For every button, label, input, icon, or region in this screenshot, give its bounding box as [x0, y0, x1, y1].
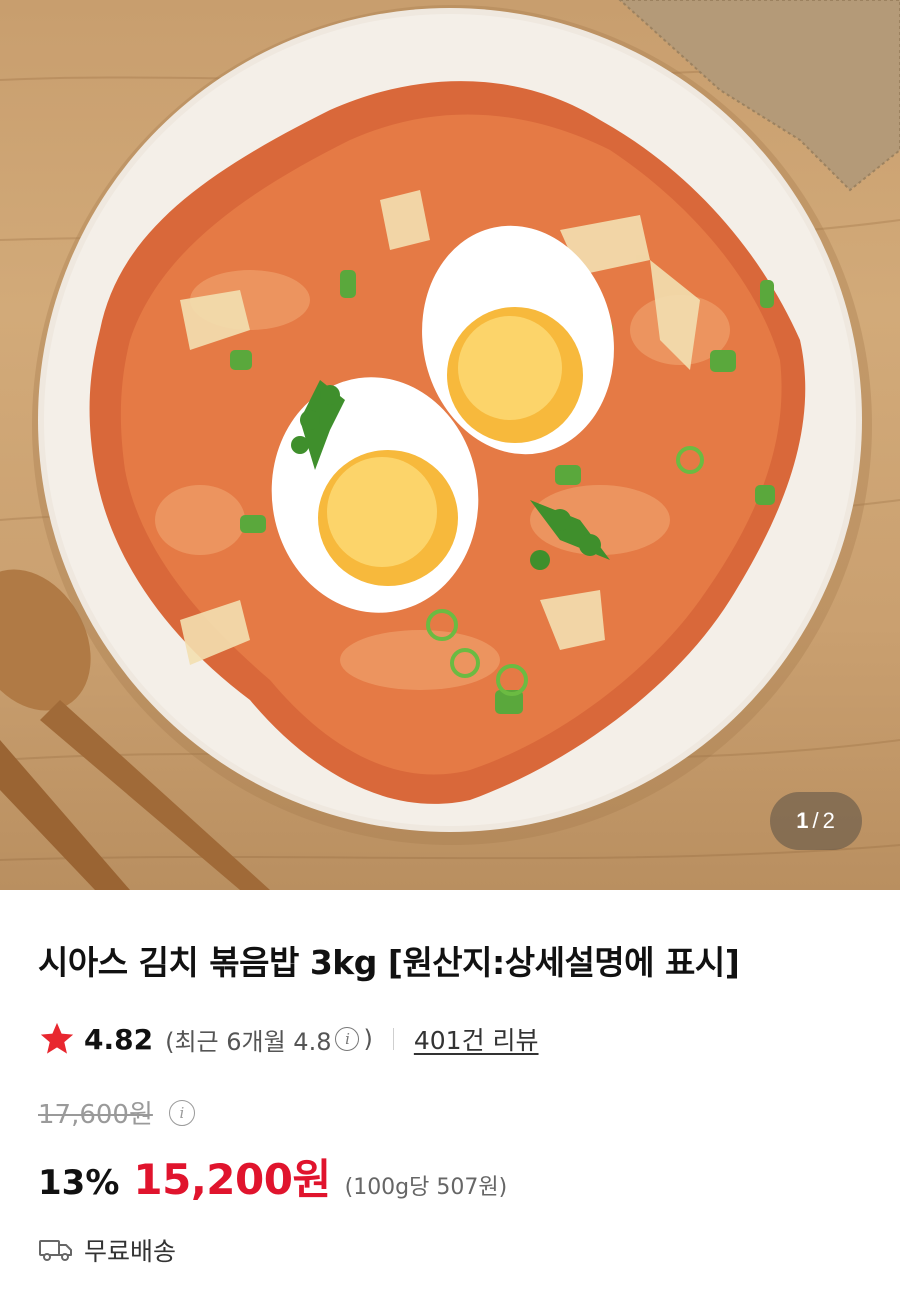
shipping-label: 무료배송	[84, 1237, 177, 1266]
truck-icon	[39, 1240, 72, 1261]
info-icon[interactable]: i	[335, 1027, 360, 1051]
product-photo	[0, 0, 900, 890]
image-counter-total: 2	[822, 808, 836, 833]
product-image-gallery[interactable]: 1 / 2	[0, 0, 900, 890]
recent-rating-text: (최근 6개월 4.8	[165, 1027, 332, 1056]
rating-value: 4.82	[84, 1022, 154, 1056]
price-row: 13% 15,200원 (100g당 507원)	[38, 1146, 507, 1207]
price-info-icon[interactable]: i	[168, 1099, 195, 1126]
unit-price: (100g당 507원)	[344, 1175, 508, 1200]
shipping-row: 무료배송	[38, 1232, 176, 1268]
star-icon	[40, 1022, 74, 1054]
original-price-row: 17,600원 i	[38, 1094, 199, 1131]
image-counter-separator: /	[812, 808, 820, 833]
recent-rating[interactable]: (최근 6개월 4.8 i )	[165, 1022, 373, 1057]
sale-price: 15,200원	[133, 1155, 331, 1204]
product-title: 시아스 김치 볶음밥 3kg [원산지:상세설명에 표시]	[38, 943, 740, 982]
rating-row: 4.82 (최근 6개월 4.8 i ) 401건 리뷰	[38, 1018, 539, 1060]
image-counter-current: 1	[796, 808, 810, 833]
image-counter: 1 / 2	[770, 792, 862, 850]
divider	[392, 1028, 394, 1050]
original-price: 17,600원	[38, 1100, 153, 1130]
review-count-link[interactable]: 401건 리뷰	[414, 1021, 539, 1057]
recent-rating-close: )	[363, 1025, 373, 1053]
discount-rate: 13%	[38, 1163, 120, 1203]
